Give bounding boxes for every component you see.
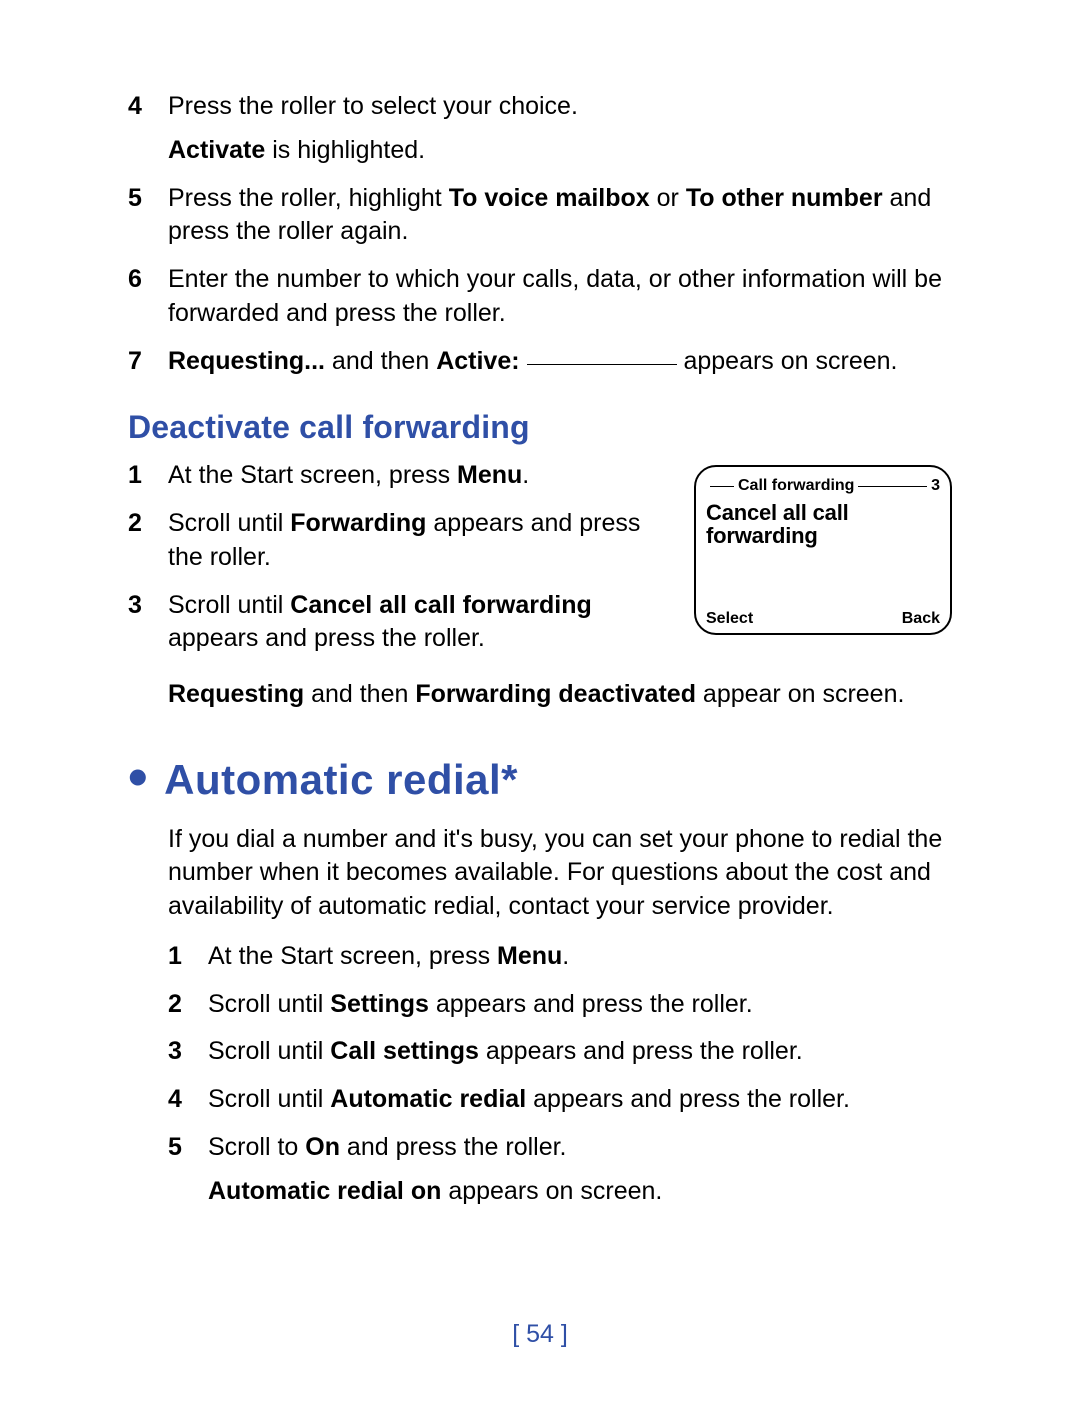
step-text: Scroll until Settings appears and press … <box>208 988 952 1022</box>
step-text: At the Start screen, press Menu. <box>168 459 676 493</box>
step-body: Scroll until Call settings appears and p… <box>208 1035 952 1069</box>
step-body: Scroll until Settings appears and press … <box>208 988 952 1022</box>
step-text: Scroll until Forwarding appears and pres… <box>168 507 676 575</box>
deactivate-outro: Requesting and then Forwarding deactivat… <box>168 678 952 712</box>
list-item: 2Scroll until Settings appears and press… <box>168 988 952 1022</box>
step-body: Scroll until Automatic redial appears an… <box>208 1083 952 1117</box>
step-text: At the Start screen, press Menu. <box>208 940 952 974</box>
step-number: 1 <box>168 940 208 974</box>
step-body: Enter the number to which your calls, da… <box>168 263 952 331</box>
phone-title-line1: Cancel all call <box>706 500 849 525</box>
step-number: 5 <box>128 182 168 250</box>
automatic-redial-heading: •Automatic redial* <box>128 752 952 809</box>
step-text: Scroll until Cancel all call forwarding … <box>168 589 676 657</box>
step-text: Requesting... and then Active: appears o… <box>168 345 952 379</box>
step-number: 4 <box>128 90 168 168</box>
step-number: 6 <box>128 263 168 331</box>
step-text: Enter the number to which your calls, da… <box>168 263 952 331</box>
list-item: 4Scroll until Automatic redial appears a… <box>168 1083 952 1117</box>
list-item: 6Enter the number to which your calls, d… <box>128 263 952 331</box>
step-number: 4 <box>168 1083 208 1117</box>
list-item: 3Scroll until Call settings appears and … <box>168 1035 952 1069</box>
step-number: 1 <box>128 459 168 493</box>
step-body: Press the roller to select your choice. A… <box>168 90 952 168</box>
list-item: 1At the Start screen, press Menu. <box>168 940 952 974</box>
softkey-right: Back <box>902 608 940 630</box>
phone-title-line2: forwarding <box>706 523 818 548</box>
phone-screen-figure: Call forwarding 3 Cancel all call forwar… <box>694 465 952 635</box>
step-body: At the Start screen, press Menu. <box>208 940 952 974</box>
step-body: At the Start screen, press Menu. <box>168 459 676 493</box>
step-text: Scroll to On and press the roller. <box>208 1131 952 1165</box>
step-number: 2 <box>128 507 168 575</box>
phone-softkeys: Select Back <box>706 608 940 630</box>
step-text: Press the roller, highlight To voice mai… <box>168 182 952 250</box>
automatic-redial-intro: If you dial a number and it's busy, you … <box>168 823 952 924</box>
step-text: Activate is highlighted. <box>168 134 952 168</box>
phone-header-label: Call forwarding <box>738 475 854 497</box>
step-number: 5 <box>168 1131 208 1209</box>
step-number: 7 <box>128 345 168 379</box>
step-number: 2 <box>168 988 208 1022</box>
bullet-icon: • <box>128 745 148 808</box>
step-number: 3 <box>168 1035 208 1069</box>
automatic-redial-title: Automatic redial* <box>164 756 518 803</box>
step-number: 3 <box>128 589 168 657</box>
top-steps-list: 4Press the roller to select your choice.… <box>128 90 952 378</box>
step-text: Scroll until Call settings appears and p… <box>208 1035 952 1069</box>
deactivate-steps-column: 1At the Start screen, press Menu.2Scroll… <box>128 459 676 670</box>
list-item: 2Scroll until Forwarding appears and pre… <box>128 507 676 575</box>
phone-screen-header: Call forwarding 3 <box>706 475 940 497</box>
phone-screen-title: Cancel all call forwarding <box>706 501 940 547</box>
phone-header-index: 3 <box>931 475 940 497</box>
step-body: Scroll until Forwarding appears and pres… <box>168 507 676 575</box>
deactivate-heading: Deactivate call forwarding <box>128 406 952 449</box>
step-text: Automatic redial on appears on screen. <box>208 1175 952 1209</box>
list-item: 5Scroll to On and press the roller. Autom… <box>168 1131 952 1209</box>
step-text: Press the roller to select your choice. <box>168 90 952 124</box>
page-number: [ 54 ] <box>0 1318 1080 1352</box>
step-body: Scroll to On and press the roller. Automa… <box>208 1131 952 1209</box>
automatic-redial-steps-list: 1At the Start screen, press Menu.2Scroll… <box>168 940 952 1209</box>
step-body: Scroll until Cancel all call forwarding … <box>168 589 676 657</box>
step-body: Requesting... and then Active: appears o… <box>168 345 952 379</box>
list-item: 1At the Start screen, press Menu. <box>128 459 676 493</box>
list-item: 4Press the roller to select your choice.… <box>128 90 952 168</box>
deactivate-columns: 1At the Start screen, press Menu.2Scroll… <box>128 459 952 670</box>
list-item: 7Requesting... and then Active: appears … <box>128 345 952 379</box>
step-body: Press the roller, highlight To voice mai… <box>168 182 952 250</box>
list-item: 3Scroll until Cancel all call forwarding… <box>128 589 676 657</box>
deactivate-steps-list: 1At the Start screen, press Menu.2Scroll… <box>128 459 676 656</box>
list-item: 5Press the roller, highlight To voice ma… <box>128 182 952 250</box>
step-text: Scroll until Automatic redial appears an… <box>208 1083 952 1117</box>
softkey-left: Select <box>706 608 753 630</box>
